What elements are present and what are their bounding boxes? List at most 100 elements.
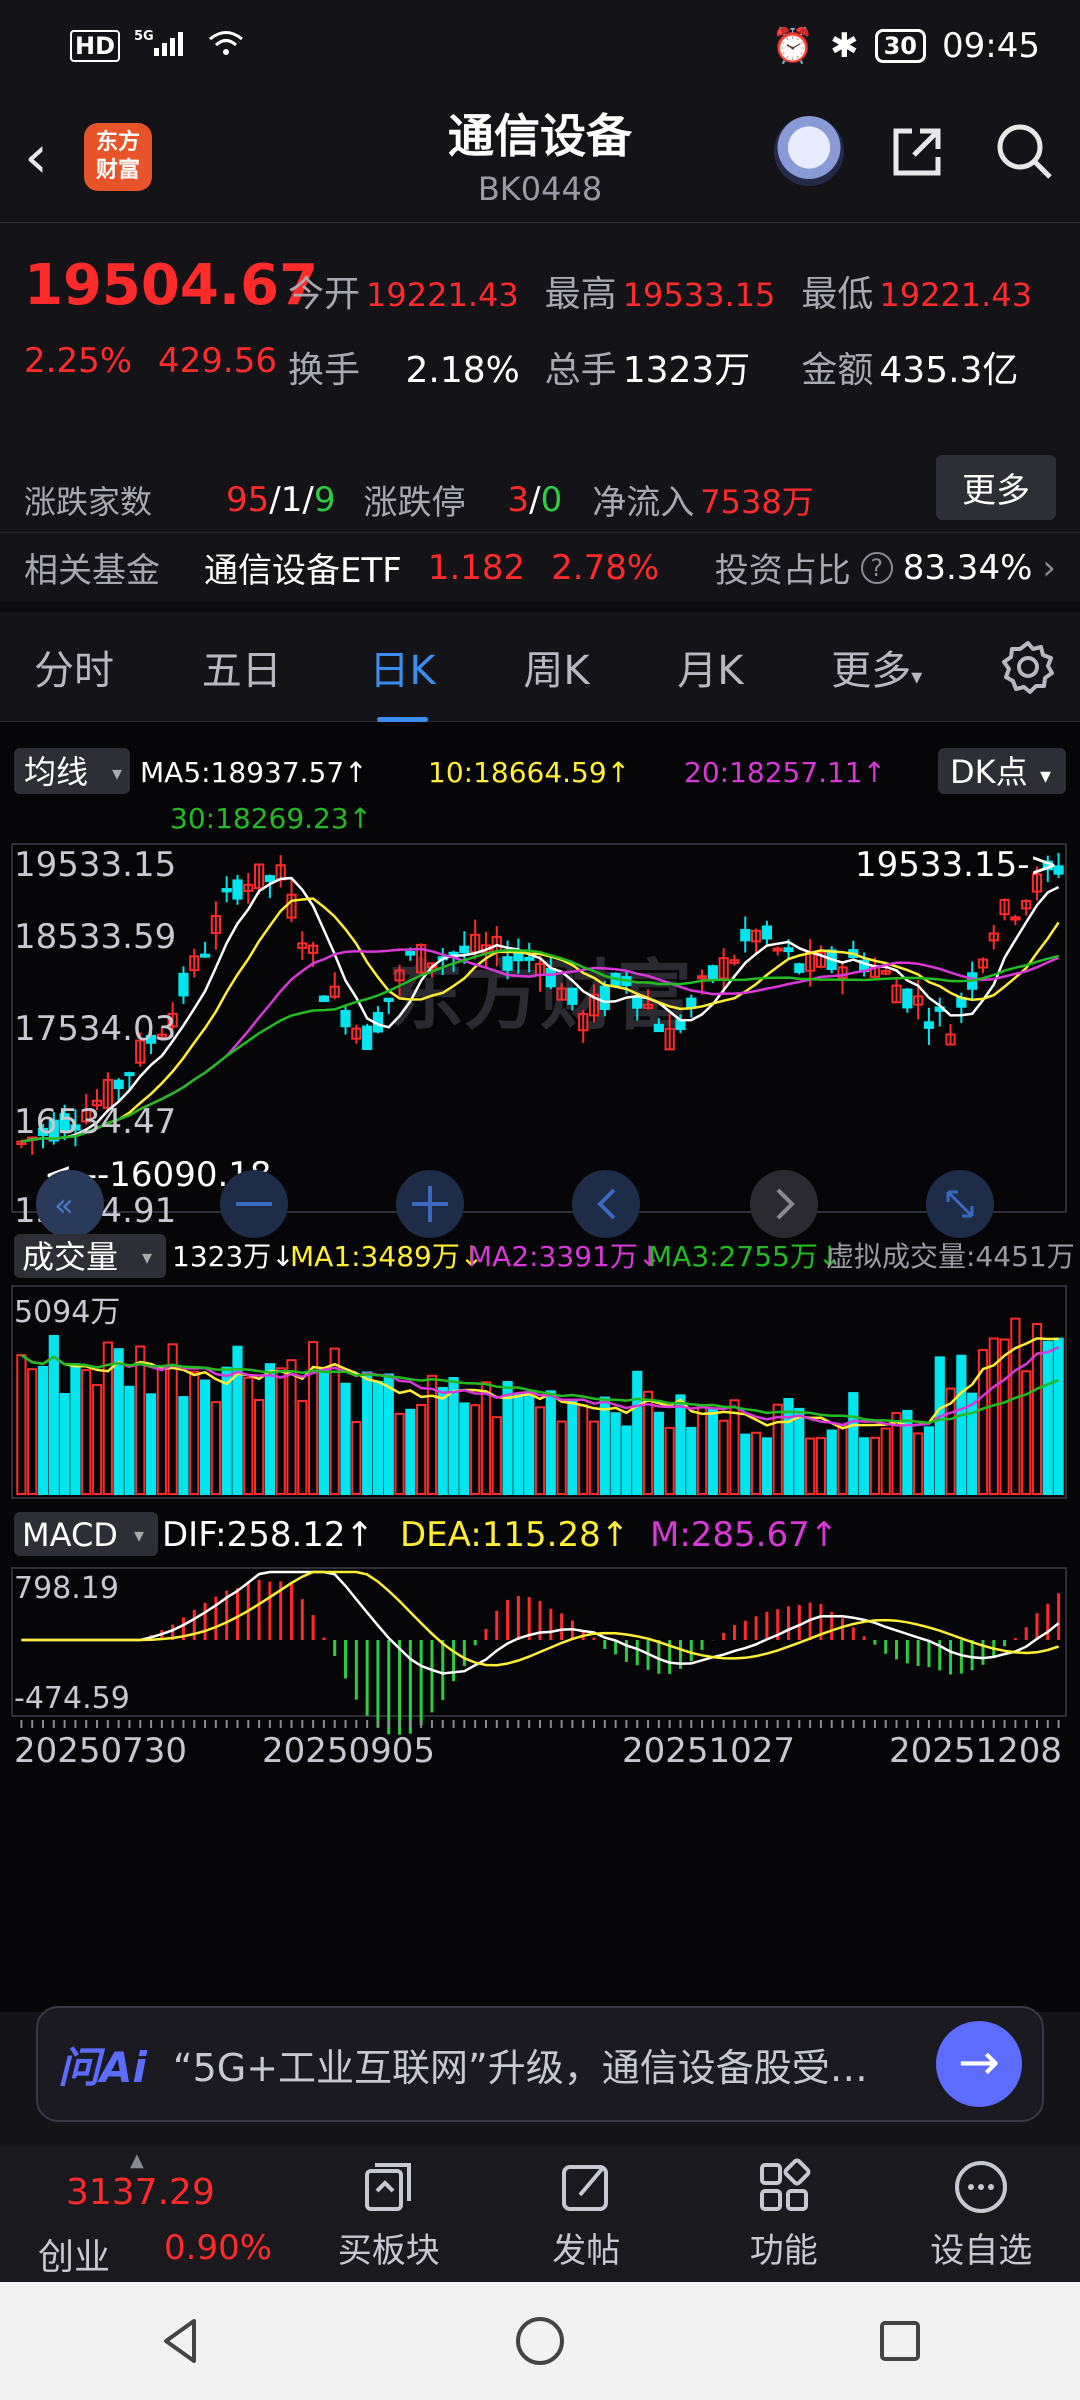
nav-buy-sector[interactable]: 买板块: [290, 2157, 488, 2272]
volume-today: 1323万↓: [172, 1240, 295, 1273]
volume-bar: [740, 1433, 751, 1496]
volume-bar: [513, 1393, 524, 1496]
volume-bar: [264, 1363, 276, 1495]
system-nav-bar: [0, 2282, 1080, 2400]
volume-bar: [804, 1437, 816, 1495]
volume-bar: [59, 1393, 70, 1495]
home-circle-icon[interactable]: [512, 2313, 568, 2369]
grid-icon: [759, 2158, 811, 2211]
scroll-right-button[interactable]: [750, 1170, 818, 1238]
chevron-right-icon: ›: [1042, 547, 1056, 588]
index-ticker[interactable]: ▲ 3137.29 创业 0.90%: [0, 2146, 290, 2282]
scroll-left-fast-button[interactable]: «: [36, 1170, 104, 1238]
volume-bar: [91, 1383, 103, 1495]
volume-bar: [1010, 1317, 1021, 1496]
limit-sep: /: [529, 479, 541, 520]
volume-bar: [707, 1408, 718, 1495]
ma-selector-label: 均线: [24, 753, 88, 791]
tab-5day[interactable]: 五日: [192, 638, 292, 696]
ratio-value: 83.34%: [902, 547, 1033, 588]
volume-bar: [81, 1369, 92, 1495]
breadth-flat: 1: [280, 479, 303, 520]
tab-daily-k[interactable]: 日K: [359, 638, 445, 722]
recents-square-icon[interactable]: [872, 2313, 928, 2369]
volume-bar: [221, 1366, 232, 1495]
volume-bar: [718, 1419, 729, 1496]
candle-body: [794, 963, 805, 973]
y-tick: 18533.59: [14, 917, 176, 957]
signal-icon: 5G: [134, 28, 194, 64]
macd-histogram: [149, 1580, 1061, 1735]
zoom-out-button[interactable]: [220, 1170, 288, 1238]
svg-text:5G: 5G: [134, 29, 154, 44]
volume-bar: [967, 1392, 978, 1496]
candle-body: [221, 888, 232, 893]
more-button[interactable]: 更多: [936, 455, 1056, 520]
index-name: 创业: [38, 2237, 111, 2278]
back-triangle-icon[interactable]: [152, 2313, 208, 2369]
nav-post[interactable]: 发帖: [488, 2157, 686, 2272]
chart-svg[interactable]: 均线 ▾ MA5:18937.57↑ 10:18664.59↑ 20:18257…: [0, 722, 1080, 2012]
settings-gear-icon[interactable]: [1000, 639, 1056, 695]
volume-bar: [934, 1356, 945, 1495]
volume-bar: [145, 1393, 157, 1495]
turnover-value: 2.18%: [405, 350, 520, 391]
help-icon[interactable]: ?: [860, 551, 893, 584]
quote-panel: 19504.67 2.25% 429.56 今开 19221.43 最高 19533.…: [0, 222, 1080, 532]
vol-ma2: MA2:3391万↓: [468, 1240, 661, 1273]
fund-price: 1.182: [427, 547, 526, 588]
search-icon[interactable]: [992, 119, 1056, 183]
share-icon[interactable]: [886, 119, 950, 183]
volume-bar: [243, 1376, 254, 1495]
volume-value: 1323万: [622, 350, 751, 391]
volume-axis-label: 5094万: [14, 1295, 120, 1330]
assistant-robot-icon[interactable]: [774, 116, 844, 186]
y-tick: 16534.47: [14, 1102, 176, 1142]
candle-body: [405, 950, 416, 956]
candle-body: [707, 965, 718, 981]
low-value: 19221.43: [879, 276, 1033, 314]
tab-intraday[interactable]: 分时: [24, 638, 124, 696]
netflow-label: 净流入: [592, 483, 695, 523]
macd-m: M:285.67↑: [650, 1515, 838, 1555]
tab-weekly-k[interactable]: 周K: [513, 638, 599, 696]
ma5-value: MA5:18937.57↑: [140, 756, 368, 789]
dropdown-icon: ▾: [911, 664, 923, 690]
volume-bar: [491, 1416, 502, 1496]
nav-functions[interactable]: 功能: [685, 2157, 883, 2272]
high-label: 最高: [544, 274, 617, 315]
ai-prompt-bar[interactable]: 问Ai “5G+工业互联网”升级，通信设备股受… →: [36, 2006, 1044, 2122]
x-tick: 20251027: [622, 1731, 795, 1771]
limit-up: 3: [507, 479, 530, 520]
macd-selector-label: MACD: [22, 1516, 118, 1554]
breadth-row: 涨跌家数 95/1/9 涨跌停 3/0 净流入 7538万 更多: [24, 455, 1056, 524]
kline-chart[interactable]: 均线 ▾ MA5:18937.57↑ 10:18664.59↑ 20:18257…: [0, 722, 1080, 2012]
nav-add-watchlist[interactable]: 设自选: [883, 2157, 1080, 2272]
price-change: 2.25% 429.56: [24, 341, 277, 381]
bottom-nav: ▲ 3137.29 创业 0.90% 买板块 发帖 功能 设自选: [0, 2146, 1080, 2282]
volume-bar: [794, 1407, 805, 1496]
volume-bar: [275, 1367, 286, 1495]
volume-selector-label: 成交量: [22, 1238, 118, 1276]
arrow-right-icon[interactable]: →: [936, 2021, 1022, 2107]
scroll-left-button[interactable]: [572, 1170, 640, 1238]
candle-body: [783, 947, 794, 953]
candle-body: [545, 967, 556, 988]
x-tick: 20250905: [262, 1731, 435, 1771]
tab-monthly-k[interactable]: 月K: [667, 638, 753, 696]
ma10-value: 10:18664.59↑: [428, 756, 630, 789]
volume-bar: [923, 1426, 935, 1496]
related-fund-row[interactable]: 相关基金 通信设备ETF 1.182 2.78% 投资占比 ? 83.34% ›: [0, 532, 1080, 612]
volume-bar: [664, 1426, 675, 1496]
index-value: 3137.29: [66, 2172, 215, 2213]
volume-bars: [16, 1317, 1064, 1496]
caret-up-icon: ▲: [130, 2150, 144, 2171]
fullscreen-button[interactable]: [926, 1170, 994, 1238]
tab-more[interactable]: 更多▾: [821, 638, 932, 696]
nav-label: 功能: [749, 2230, 818, 2271]
zoom-in-button[interactable]: [396, 1170, 464, 1238]
candle-body: [199, 953, 211, 958]
volume-bar: [318, 1368, 330, 1495]
volume-bar: [632, 1370, 643, 1495]
volume-bar: [578, 1404, 589, 1496]
